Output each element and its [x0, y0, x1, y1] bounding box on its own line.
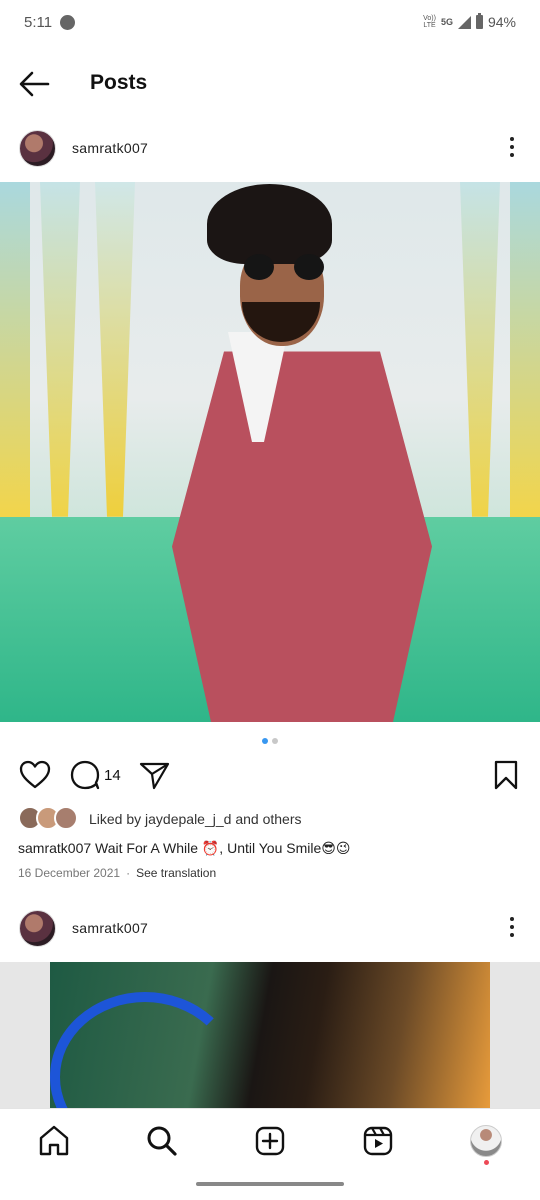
arrow-left-icon — [19, 71, 50, 97]
status-time: 5:11 — [24, 14, 53, 31]
carousel-indicator — [0, 738, 540, 744]
post-image[interactable] — [0, 182, 540, 722]
home-icon — [39, 1125, 69, 1156]
post-caption: samratk007 Wait For A While ⏰, Until You… — [18, 840, 351, 856]
post-header: samratk007 — [0, 130, 540, 182]
send-icon — [139, 762, 170, 790]
signal-icon — [457, 15, 471, 29]
bottom-navigation — [0, 1108, 540, 1200]
post-header: samratk007 — [0, 910, 540, 962]
status-indicators: Vo)) LTE 5G 94% — [423, 13, 516, 30]
carousel-dot-active — [262, 738, 268, 744]
more-vertical-icon — [510, 917, 514, 921]
back-button[interactable] — [16, 68, 52, 100]
call-indicator-icon — [60, 15, 75, 30]
status-bar: 5:11 Vo)) LTE 5G 94% — [0, 0, 540, 46]
see-translation-link[interactable]: See translation — [136, 866, 216, 880]
nav-search[interactable] — [144, 1123, 180, 1159]
battery-level: 94% — [487, 14, 516, 30]
avatar[interactable] — [19, 910, 56, 947]
home-indicator[interactable] — [196, 1182, 344, 1186]
share-button[interactable] — [137, 758, 171, 792]
post-actions: 14 — [0, 758, 540, 794]
comment-button[interactable] — [68, 758, 102, 792]
battery-icon — [475, 13, 483, 29]
carousel-dot — [272, 738, 278, 744]
meta-separator: · — [126, 866, 131, 880]
network-type: 5G — [440, 17, 453, 27]
volte-top-label: Vo)) — [423, 15, 436, 22]
volte-icon: Vo)) LTE — [423, 15, 436, 29]
reels-icon — [363, 1126, 393, 1156]
like-button[interactable] — [18, 758, 52, 792]
more-options-button[interactable] — [504, 134, 520, 162]
avatar[interactable] — [19, 130, 56, 167]
comment-icon — [70, 760, 100, 790]
post-date: 16 December 2021 — [18, 866, 121, 880]
nav-home[interactable] — [36, 1123, 72, 1159]
post-username[interactable]: samratk007 — [72, 140, 148, 156]
post-meta: 16 December 2021 · See translation — [18, 866, 216, 880]
save-button[interactable] — [489, 758, 523, 792]
liker-avatar — [54, 806, 78, 830]
post-username[interactable]: samratk007 — [72, 920, 148, 936]
nav-reels[interactable] — [360, 1123, 396, 1159]
heart-icon — [19, 760, 51, 789]
plus-square-icon — [255, 1126, 285, 1156]
liked-by-text: Liked by jaydepale_j_d and others — [89, 811, 302, 827]
volte-bottom-label: LTE — [423, 22, 436, 29]
search-icon — [147, 1126, 177, 1156]
nav-create[interactable] — [252, 1123, 288, 1159]
page-header: Posts — [0, 56, 540, 112]
more-options-button[interactable] — [504, 914, 520, 942]
nav-profile-avatar[interactable] — [470, 1125, 502, 1157]
page-title: Posts — [90, 71, 148, 94]
more-vertical-icon — [510, 137, 514, 141]
bookmark-icon — [494, 760, 518, 790]
comment-count: 14 — [104, 767, 121, 784]
notification-dot — [484, 1160, 489, 1165]
post-image[interactable] — [0, 962, 540, 1108]
